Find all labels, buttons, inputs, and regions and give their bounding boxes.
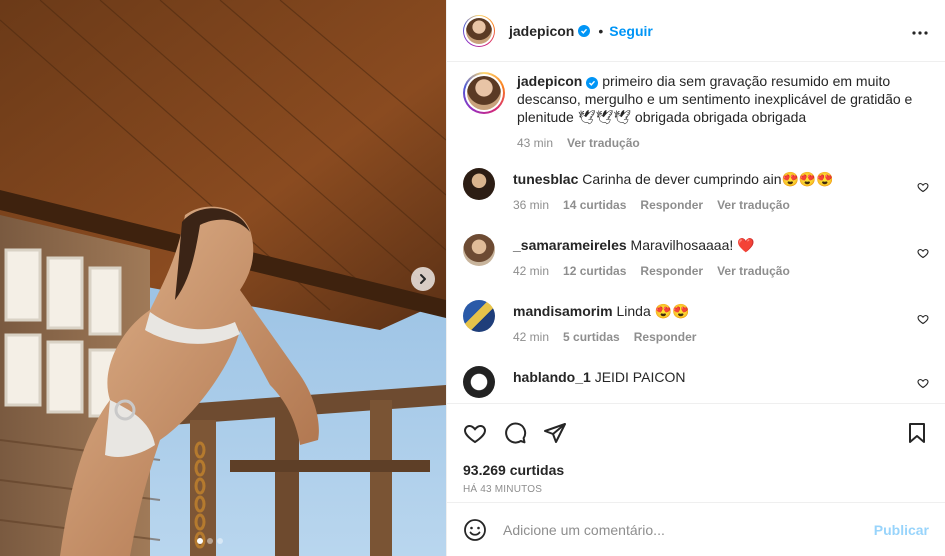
author-avatar[interactable] — [463, 14, 495, 47]
post-timestamp[interactable]: HÁ 43 MINUTOS — [463, 484, 929, 495]
add-comment-bar: Publicar — [447, 502, 945, 556]
comment-text: JEIDI PAICON — [594, 369, 686, 385]
commenter-avatar[interactable] — [463, 168, 495, 200]
like-heart-icon[interactable] — [463, 421, 487, 445]
verified-badge-icon — [578, 24, 591, 37]
comment-like-heart-icon[interactable] — [917, 376, 929, 392]
caption-username[interactable]: jadepicon — [517, 73, 582, 89]
post-side-panel: jadepicon • Seguir jadepicon primeiro di… — [446, 0, 945, 556]
reply-button[interactable]: Responder — [640, 264, 703, 278]
comment-like-heart-icon[interactable] — [917, 246, 929, 262]
commenter-avatar[interactable] — [463, 300, 495, 332]
caption-avatar[interactable] — [463, 72, 505, 114]
comment-time[interactable]: 36 min — [513, 198, 549, 212]
reply-button[interactable]: Responder — [634, 330, 697, 344]
follow-button[interactable]: Seguir — [609, 23, 653, 39]
comment-item: hablando_1 JEIDI PAICON — [463, 366, 929, 398]
comment-item: _samarameireles Maravilhosaaaa! ❤️ 42 mi… — [463, 234, 929, 278]
more-options-icon[interactable] — [911, 23, 929, 39]
comment-time[interactable]: 42 min — [513, 330, 549, 344]
carousel-indicator — [197, 538, 223, 544]
comment-text: Carinha de dever cumprindo ain😍😍😍 — [582, 171, 834, 187]
share-paper-plane-icon[interactable] — [543, 421, 567, 445]
comment-likes[interactable]: 5 curtidas — [563, 330, 620, 344]
post-actions: 93.269 curtidas HÁ 43 MINUTOS — [447, 403, 945, 495]
comment-text: Maravilhosaaaa! ❤️ — [630, 237, 755, 253]
post-image[interactable] — [0, 0, 446, 556]
publish-button[interactable]: Publicar — [874, 522, 929, 538]
comment-item: tunesblac Carinha de dever cumprindo ain… — [463, 168, 929, 212]
translate-link[interactable]: Ver tradução — [717, 198, 790, 212]
comment-text: Linda 😍😍 — [616, 303, 690, 319]
commenter-username[interactable]: hablando_1 — [513, 369, 591, 385]
translate-link[interactable]: Ver tradução — [717, 264, 790, 278]
caption-text-block: jadepicon primeiro dia sem gravação resu… — [517, 72, 929, 126]
post-caption: jadepicon primeiro dia sem gravação resu… — [463, 72, 929, 150]
carousel-dot — [217, 538, 223, 544]
comment-item: mandisamorim Linda 😍😍 42 min 5 curtidas … — [463, 300, 929, 344]
separator-dot: • — [598, 22, 604, 39]
comment-time[interactable]: 42 min — [513, 264, 549, 278]
commenter-username[interactable]: _samarameireles — [513, 237, 627, 253]
commenter-avatar[interactable] — [463, 234, 495, 266]
reply-button[interactable]: Responder — [640, 198, 703, 212]
caption-translate-link[interactable]: Ver tradução — [567, 136, 640, 150]
carousel-dot — [197, 538, 203, 544]
caption-time[interactable]: 43 min — [517, 136, 553, 150]
comment-like-heart-icon[interactable] — [917, 312, 929, 328]
carousel-next-button[interactable] — [411, 267, 435, 291]
comment-like-heart-icon[interactable] — [917, 180, 929, 196]
post-likes-count[interactable]: 93.269 curtidas — [463, 462, 929, 478]
chevron-right-icon — [420, 274, 426, 284]
comments-list[interactable]: jadepicon primeiro dia sem gravação resu… — [447, 62, 945, 403]
commenter-username[interactable]: mandisamorim — [513, 303, 613, 319]
carousel-dot — [207, 538, 213, 544]
post-header: jadepicon • Seguir — [447, 0, 945, 62]
comment-likes[interactable]: 12 curtidas — [563, 264, 626, 278]
comment-likes[interactable]: 14 curtidas — [563, 198, 626, 212]
emoji-smiley-icon[interactable] — [463, 518, 487, 542]
comment-input[interactable] — [503, 521, 874, 538]
commenter-username[interactable]: tunesblac — [513, 171, 578, 187]
save-bookmark-icon[interactable] — [905, 421, 929, 445]
commenter-avatar[interactable] — [463, 366, 495, 398]
photo-illustration — [0, 0, 446, 556]
comment-bubble-icon[interactable] — [503, 421, 527, 445]
author-username[interactable]: jadepicon — [509, 23, 574, 39]
verified-badge-icon — [586, 77, 599, 89]
